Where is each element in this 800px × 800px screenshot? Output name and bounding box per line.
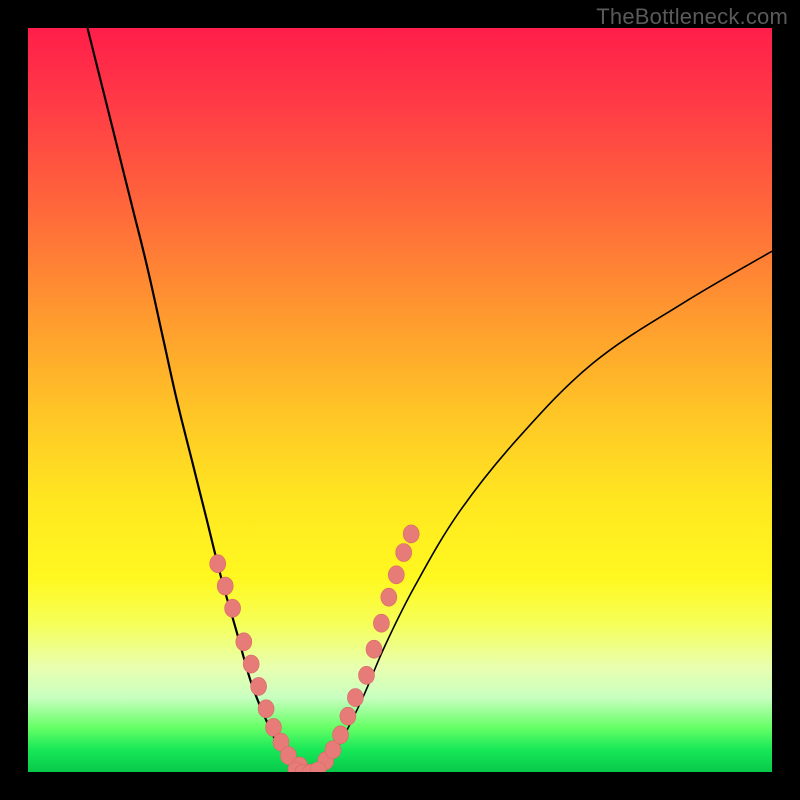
bead-marker <box>251 677 267 695</box>
bead-marker <box>217 577 233 595</box>
plot-area <box>28 28 772 772</box>
chart-svg <box>28 28 772 772</box>
bead-marker <box>359 666 375 684</box>
bead-marker <box>225 599 241 617</box>
bead-marker <box>373 614 389 632</box>
bead-marker <box>403 525 419 543</box>
bead-marker <box>396 544 412 562</box>
bead-marker <box>236 633 252 651</box>
left-curve <box>88 28 311 772</box>
bead-marker <box>347 689 363 707</box>
bead-marker <box>340 707 356 725</box>
bead-marker <box>366 640 382 658</box>
bead-marker <box>210 555 226 573</box>
bead-marker <box>381 588 397 606</box>
chart-frame: TheBottleneck.com <box>0 0 800 800</box>
watermark-text: TheBottleneck.com <box>596 4 788 30</box>
bead-marker <box>333 726 349 744</box>
bead-marker <box>243 655 259 673</box>
bead-markers <box>210 525 420 772</box>
bead-marker <box>388 566 404 584</box>
bead-marker <box>258 700 274 718</box>
right-curve <box>311 251 772 772</box>
